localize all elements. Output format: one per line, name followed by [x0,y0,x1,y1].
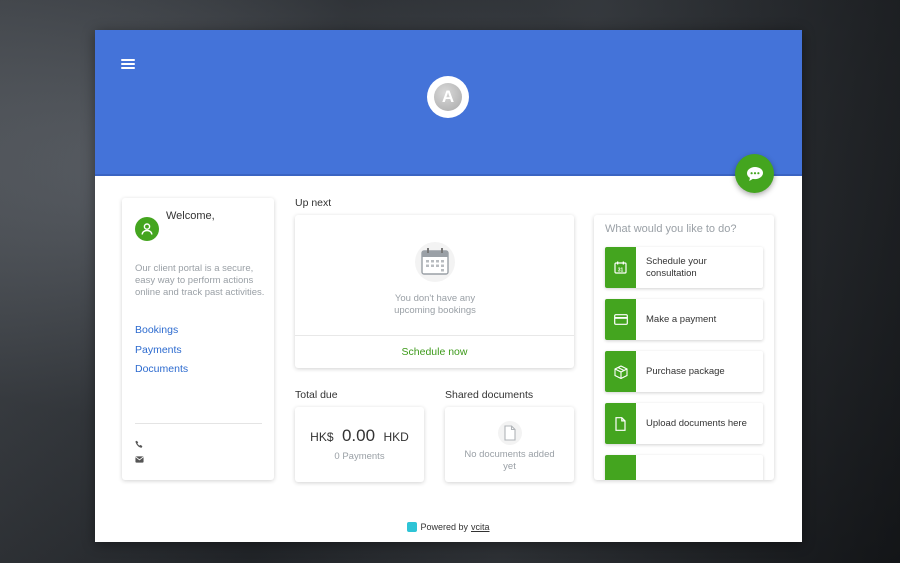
hamburger-menu-icon[interactable] [121,58,135,70]
upnext-label: Up next [295,197,332,209]
documents-empty-text: No documents added yet [464,449,555,472]
welcome-card: Welcome, Our client portal is a secure, … [122,198,274,480]
action-more-icon [605,455,636,480]
action-label: Schedule your consultation [646,255,707,279]
payments-count: 0 Payments [334,451,385,462]
welcome-description: Our client portal is a secure, easy way … [135,263,265,298]
powered-by-text: Powered by [420,522,468,532]
client-portal-window: A Welcome, Our client portal is a secure… [95,30,802,542]
vcita-link[interactable]: vcita [471,522,490,532]
document-icon [605,403,636,444]
chat-button[interactable] [735,154,774,193]
user-avatar-icon [135,217,159,241]
currency-code: HKD [383,430,409,444]
divider [135,423,262,424]
total-due-card: HK$ 0.00 HKD 0 Payments [295,407,424,482]
nav-link-payments[interactable]: Payments [135,344,182,356]
nav-link-bookings[interactable]: Bookings [135,324,178,336]
envelope-icon[interactable] [135,455,144,464]
action-more[interactable] [605,455,763,480]
upnext-card: You don't have any upcoming bookings Sch… [295,215,574,368]
vcita-logo-icon [407,522,418,532]
action-label: Make a payment [646,313,717,325]
credit-card-icon [605,299,636,340]
actions-title: What would you like to do? [605,223,737,235]
phone-icon[interactable] [135,440,144,449]
logo-letter: A [434,83,462,111]
action-label: Purchase package [646,365,725,377]
action-schedule-consultation[interactable]: 31 Schedule your consultation [605,247,763,288]
action-purchase-package[interactable]: Purchase package [605,351,763,392]
total-due-amount: HK$ 0.00 HKD [295,426,424,446]
action-make-payment[interactable]: Make a payment [605,299,763,340]
total-due-label: Total due [295,389,338,401]
chat-bubble-icon [746,166,763,181]
calendar-illustration-icon [415,242,455,282]
amount-value: 0.00 [341,426,376,445]
package-icon [605,351,636,392]
shared-documents-label: Shared documents [445,389,534,401]
welcome-title: Welcome, [166,210,215,222]
action-upload-documents[interactable]: Upload documents here [605,403,763,444]
action-label: Upload documents here [646,417,747,429]
currency-prefix: HK$ [310,430,334,444]
svg-text:31: 31 [618,267,624,273]
business-logo: A [427,76,469,118]
document-illustration-icon [498,421,522,445]
nav-link-documents[interactable]: Documents [135,363,188,375]
header-banner: A [95,30,802,176]
schedule-now-button[interactable]: Schedule now [295,336,574,368]
calendar-icon: 31 [605,247,636,288]
powered-by-footer: Powered by vcita [95,522,802,532]
actions-card: What would you like to do? 31 Schedule y… [594,215,774,480]
shared-documents-card: No documents added yet [445,407,574,482]
upnext-empty-text: You don't have any upcoming bookings [394,293,476,316]
